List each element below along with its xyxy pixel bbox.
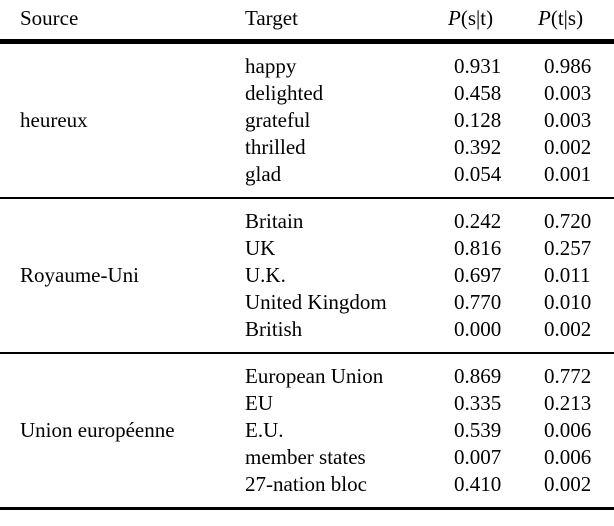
source-phrase: heureux	[20, 108, 88, 132]
p-target-given-source-value: 0.002	[544, 472, 592, 496]
target-phrase: EU	[245, 391, 273, 415]
source-phrase-empty	[0, 316, 235, 343]
target-phrase: delighted	[245, 81, 324, 105]
block-bottom-spacer	[0, 343, 614, 353]
p-ts-denominator: s	[567, 6, 577, 30]
source-phrase-empty	[0, 235, 235, 262]
target-phrase: U.K.	[245, 263, 286, 287]
column-header-p-source-given-target: P(s|t)	[440, 0, 530, 41]
table-row: glad 0.054 0.001	[0, 161, 614, 188]
p-target-given-source-value: 0.772	[544, 364, 592, 388]
source-phrase-empty	[0, 444, 235, 471]
p-target-given-source-value: 0.002	[544, 317, 592, 341]
source-phrase-empty	[0, 80, 235, 107]
block-top-spacer	[0, 354, 614, 363]
table-row: heureux grateful 0.128 0.003	[0, 107, 614, 134]
source-phrase-empty	[0, 390, 235, 417]
source-phrase-empty	[0, 53, 235, 80]
p-source-given-target-value: 0.335	[454, 391, 502, 415]
p-source-given-target-value: 0.697	[454, 263, 502, 287]
p-target-given-source-value: 0.002	[544, 135, 592, 159]
p-source-given-target-value: 0.054	[454, 162, 502, 186]
p-symbol-ts: P	[538, 6, 551, 30]
probability-table-container: Source Target P(s|t) P(t|s) happy 0.931 0.…	[0, 0, 614, 526]
table-row: British 0.000 0.002	[0, 316, 614, 343]
table-row: thrilled 0.392 0.002	[0, 134, 614, 161]
p-ts-open: (	[550, 6, 558, 30]
p-source-given-target-value: 0.392	[454, 135, 502, 159]
table-header: Source Target P(s|t) P(t|s)	[0, 0, 614, 41]
source-phrase-empty	[0, 208, 235, 235]
table-row: Union européenne E.U. 0.539 0.006	[0, 417, 614, 444]
source-phrase-empty	[0, 134, 235, 161]
target-phrase: glad	[245, 162, 282, 186]
p-target-given-source-value: 0.986	[544, 54, 592, 78]
translation-probability-table: Source Target P(s|t) P(t|s) happy 0.931 0.…	[0, 0, 614, 511]
p-source-given-target-value: 0.816	[454, 236, 502, 260]
source-phrase-empty	[0, 471, 235, 498]
table-row: 27-nation bloc 0.410 0.002	[0, 471, 614, 498]
table-bottom-rule	[0, 507, 614, 511]
p-target-given-source-value: 0.720	[544, 209, 592, 233]
p-target-given-source-value: 0.003	[544, 81, 592, 105]
target-phrase: European Union	[245, 364, 384, 388]
p-source-given-target-value: 0.931	[454, 54, 502, 78]
column-header-target: Target	[245, 6, 298, 30]
table-row: United Kingdom 0.770 0.010	[0, 289, 614, 316]
target-phrase: UK	[245, 236, 276, 260]
table-row: member states 0.007 0.006	[0, 444, 614, 471]
p-source-given-target-value: 0.410	[454, 472, 502, 496]
block-top-spacer	[0, 199, 614, 208]
p-source-given-target-value: 0.007	[454, 445, 502, 469]
table-row: happy 0.931 0.986	[0, 53, 614, 80]
target-phrase: Britain	[245, 209, 304, 233]
source-phrase: Union européenne	[20, 418, 175, 442]
p-target-given-source-value: 0.006	[544, 418, 592, 442]
target-phrase: British	[245, 317, 303, 341]
p-source-given-target-value: 0.539	[454, 418, 502, 442]
target-phrase: grateful	[245, 108, 311, 132]
p-source-given-target-value: 0.128	[454, 108, 502, 132]
target-phrase: 27-nation bloc	[245, 472, 367, 496]
block-bottom-spacer	[0, 498, 614, 509]
source-phrase-empty	[0, 363, 235, 390]
target-phrase: thrilled	[245, 135, 306, 159]
table-row: European Union 0.869 0.772	[0, 363, 614, 390]
p-target-given-source-value: 0.257	[544, 236, 592, 260]
p-ts-close: )	[576, 6, 584, 30]
table-row: UK 0.816 0.257	[0, 235, 614, 262]
column-header-source: Source	[20, 6, 79, 30]
p-target-given-source-value: 0.006	[544, 445, 592, 469]
target-phrase: E.U.	[245, 418, 284, 442]
p-source-given-target-value: 0.869	[454, 364, 502, 388]
source-phrase-empty	[0, 161, 235, 188]
p-source-given-target-value: 0.242	[454, 209, 502, 233]
p-target-given-source-value: 0.010	[544, 290, 592, 314]
table-row: Britain 0.242 0.720	[0, 208, 614, 235]
p-symbol-st: P	[448, 6, 461, 30]
p-target-given-source-value: 0.001	[544, 162, 592, 186]
p-target-given-source-value: 0.011	[544, 263, 591, 287]
target-phrase: happy	[245, 54, 297, 78]
p-source-given-target-value: 0.458	[454, 81, 502, 105]
source-phrase-empty	[0, 289, 235, 316]
p-target-given-source-value: 0.003	[544, 108, 592, 132]
table-row: Royaume-Uni U.K. 0.697 0.011	[0, 262, 614, 289]
target-phrase: United Kingdom	[245, 290, 387, 314]
target-phrase: member states	[245, 445, 366, 469]
p-st-numerator: s	[467, 6, 477, 30]
table-row: delighted 0.458 0.003	[0, 80, 614, 107]
p-target-given-source-value: 0.213	[544, 391, 592, 415]
p-source-given-target-value: 0.000	[454, 317, 502, 341]
p-st-open: (	[460, 6, 468, 30]
source-phrase: Royaume-Uni	[20, 263, 139, 287]
table-row: EU 0.335 0.213	[0, 390, 614, 417]
p-source-given-target-value: 0.770	[454, 290, 502, 314]
column-header-p-target-given-source: P(t|s)	[530, 0, 614, 41]
p-st-close: )	[486, 6, 494, 30]
block-top-spacer	[0, 44, 614, 53]
header-row: Source Target P(s|t) P(t|s)	[0, 0, 614, 41]
block-bottom-spacer	[0, 188, 614, 198]
table-body: happy 0.931 0.986 delighted 0.458 0.003 heureu…	[0, 42, 614, 511]
